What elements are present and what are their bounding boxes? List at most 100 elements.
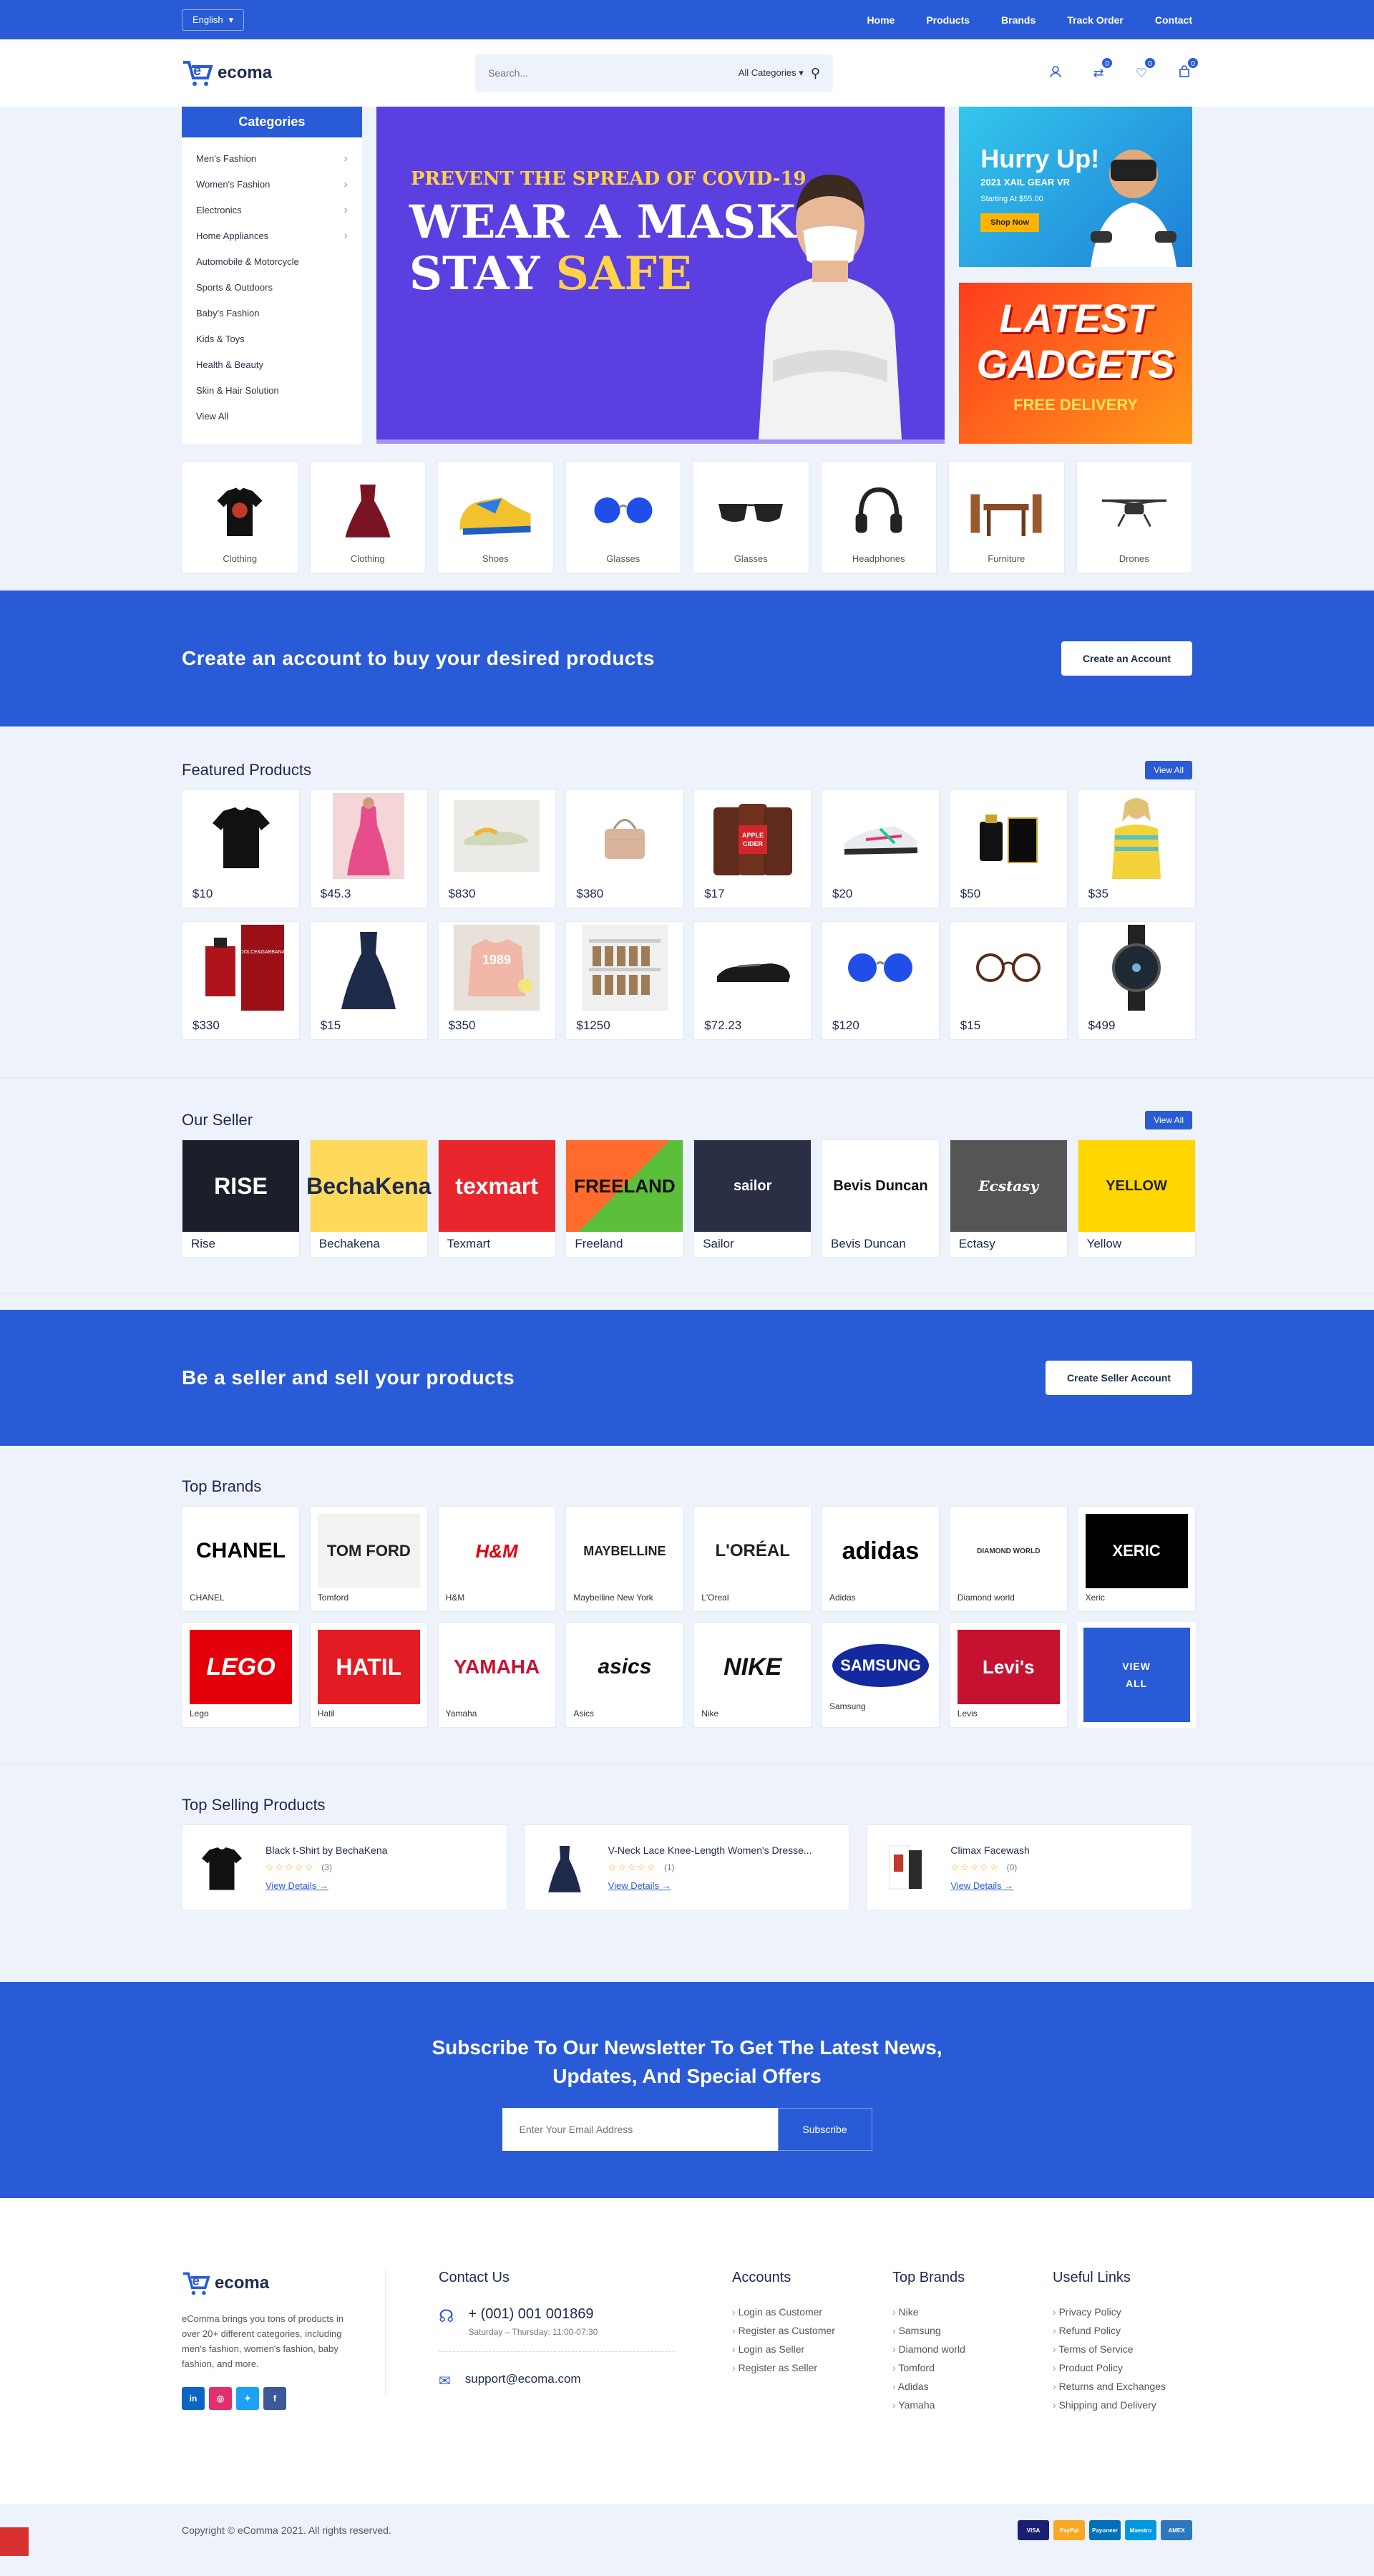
footer-link-register-as-customer[interactable]: Register as Customer — [732, 2325, 861, 2343]
product-card[interactable]: APPLE CIDER $17 — [693, 789, 812, 908]
footer-link-login-as-customer[interactable]: Login as Customer — [732, 2306, 861, 2325]
seller-card-yellow[interactable]: YELLOW Yellow — [1077, 1139, 1196, 1258]
category-item-home-appliances[interactable]: Home Appliances › — [196, 223, 348, 249]
seller-card-texmart[interactable]: texmart Texmart — [437, 1139, 556, 1258]
brand-card-levis[interactable]: Levi's Levis — [949, 1622, 1068, 1728]
brand-card-chanel[interactable]: CHANEL CHANEL — [182, 1506, 300, 1612]
category-card-clothing[interactable]: Clothing — [309, 461, 426, 573]
seller-card-freeland[interactable]: FREELAND Freeland — [565, 1139, 684, 1258]
nav-contact[interactable]: Contact — [1155, 14, 1192, 26]
product-card[interactable]: $10 — [182, 789, 300, 908]
footer-brand-link-diamond-world[interactable]: Diamond world — [892, 2343, 1021, 2362]
footer-brand-link-samsung[interactable]: Samsung — [892, 2325, 1021, 2343]
product-card[interactable]: $830 — [437, 789, 556, 908]
brand-card-adidas[interactable]: adidas Adidas — [821, 1506, 940, 1612]
seller-card-bechakena[interactable]: BechaKena Bechakena — [306, 1139, 431, 1258]
category-card-shoes[interactable]: Shoes — [437, 461, 554, 573]
facebook-icon[interactable]: f — [263, 2387, 286, 2410]
brand-card-hatil[interactable]: HATIL Hatil — [309, 1622, 428, 1728]
brand-card-l-oreal[interactable]: L'ORÉAL L'Oreal — [693, 1506, 812, 1612]
product-card[interactable]: $1250 — [565, 921, 684, 1040]
nav-brands[interactable]: Brands — [1001, 14, 1036, 26]
seller-card-bevis-duncan[interactable]: Bevis Duncan Bevis Duncan — [821, 1139, 940, 1258]
category-card-headphones[interactable]: Headphones — [820, 461, 937, 573]
subscribe-button[interactable]: Subscribe — [777, 2108, 872, 2151]
category-item-automobile-motorcycle[interactable]: Automobile & Motorcycle — [196, 249, 348, 275]
cart-icon[interactable]: 0 — [1176, 57, 1199, 81]
category-item-electronics[interactable]: Electronics › — [196, 198, 348, 223]
product-card[interactable]: $20 — [821, 789, 940, 908]
top-selling-name[interactable]: Black t-Shirt by BechaKena — [265, 1844, 387, 1856]
category-item-women-s-fashion[interactable]: Women's Fashion › — [196, 172, 348, 198]
brands-view-all-button[interactable]: VIEW ALL — [1077, 1622, 1196, 1728]
brand-card-xeric[interactable]: XERIC Xeric — [1077, 1506, 1196, 1612]
seller-card-rise[interactable]: RISE Rise — [182, 1139, 300, 1258]
product-card[interactable]: $35 — [1077, 789, 1196, 908]
product-card[interactable]: $380 — [565, 789, 684, 908]
category-card-glasses[interactable]: Glasses — [693, 461, 809, 573]
product-card[interactable]: $50 — [949, 789, 1068, 908]
footer-brand-link-yamaha[interactable]: Yamaha — [892, 2399, 1021, 2418]
category-card-drones[interactable]: Drones — [1076, 461, 1192, 573]
category-item-kids-toys[interactable]: Kids & Toys — [196, 326, 348, 352]
product-card[interactable]: $120 — [821, 921, 940, 1040]
top-selling-card[interactable]: V-Neck Lace Knee-Length Women's Dresse..… — [524, 1824, 850, 1910]
search-icon[interactable]: ⚲ — [811, 66, 820, 81]
support-email[interactable]: support@ecoma.com — [465, 2372, 581, 2386]
nav-home[interactable]: Home — [867, 14, 895, 26]
heart-icon[interactable]: ♡ 0 — [1134, 57, 1156, 81]
view-all-button[interactable]: View All — [1145, 761, 1192, 779]
product-card[interactable]: 1989 $350 — [437, 921, 556, 1040]
product-card[interactable]: $45.3 — [309, 789, 428, 908]
footer-brand-link-adidas[interactable]: Adidas — [892, 2381, 1021, 2399]
product-card[interactable]: $15 — [309, 921, 428, 1040]
category-item-view-all[interactable]: View All — [196, 404, 348, 429]
product-card[interactable]: DOLCE&GABBANA $330 — [182, 921, 300, 1040]
seller-card-sailor[interactable]: sailor Sailor — [693, 1139, 812, 1258]
top-selling-name[interactable]: V-Neck Lace Knee-Length Women's Dresse..… — [608, 1844, 812, 1856]
view-details-link[interactable]: View Details → — [608, 1880, 812, 1891]
instagram-icon[interactable]: ◎ — [209, 2387, 232, 2410]
brand-card-maybelline-new-york[interactable]: MAYBELLINE Maybelline New York — [565, 1506, 684, 1612]
footer-link-login-as-seller[interactable]: Login as Seller — [732, 2343, 861, 2362]
view-all-button[interactable]: View All — [1145, 1111, 1192, 1129]
create-account-button[interactable]: Create an Account — [1061, 641, 1192, 676]
user-icon[interactable] — [1048, 65, 1063, 81]
brand-card-diamond-world[interactable]: DIAMOND WORLD Diamond world — [949, 1506, 1068, 1612]
twitter-icon[interactable]: ✦ — [236, 2387, 259, 2410]
category-item-baby-s-fashion[interactable]: Baby's Fashion — [196, 301, 348, 326]
category-item-men-s-fashion[interactable]: Men's Fashion › — [196, 146, 348, 172]
brand-card-tomford[interactable]: TOM FORD Tomford — [309, 1506, 428, 1612]
category-item-health-beauty[interactable]: Health & Beauty — [196, 352, 348, 378]
phone-number[interactable]: + (001) 001 001869 — [468, 2306, 598, 2323]
category-item-skin-hair-solution[interactable]: Skin & Hair Solution — [196, 378, 348, 404]
brand-card-asics[interactable]: asics Asics — [565, 1622, 684, 1728]
language-selector[interactable]: English ▾ — [182, 9, 245, 31]
category-card-furniture[interactable]: Furniture — [948, 461, 1065, 573]
covid-banner[interactable]: PREVENT THE SPREAD OF COVID-19 WEAR A MA… — [376, 107, 945, 444]
search-input[interactable] — [488, 67, 731, 79]
footer-useful-link-product-policy[interactable]: Product Policy — [1053, 2362, 1181, 2381]
nav-track-order[interactable]: Track Order — [1067, 14, 1124, 26]
product-card[interactable]: $15 — [949, 921, 1068, 1040]
nav-products[interactable]: Products — [926, 14, 970, 26]
top-selling-card[interactable]: Black t-Shirt by BechaKena ☆☆☆☆☆ (3) View D… — [182, 1824, 507, 1910]
linkedin-icon[interactable]: in — [182, 2387, 205, 2410]
category-card-clothing[interactable]: Clothing — [182, 461, 298, 573]
brand-card-h-m[interactable]: H&M H&M — [437, 1506, 556, 1612]
vr-ad-banner[interactable]: Hurry Up! 2021 XAIL GEAR VR Starting At … — [959, 107, 1192, 267]
corner-widget[interactable] — [0, 2527, 29, 2556]
compare-icon[interactable]: ⇄ 0 — [1091, 57, 1114, 81]
footer-useful-link-returns-and-exchanges[interactable]: Returns and Exchanges — [1053, 2381, 1181, 2399]
seller-card-ectasy[interactable]: Ecstasy Ectasy — [949, 1139, 1068, 1258]
footer-brand-link-nike[interactable]: Nike — [892, 2306, 1021, 2325]
footer-useful-link-privacy-policy[interactable]: Privacy Policy — [1053, 2306, 1181, 2325]
brand-card-yamaha[interactable]: YAMAHA Yamaha — [437, 1622, 556, 1728]
footer-logo[interactable]: e ecoma — [182, 2270, 364, 2297]
footer-brand-link-tomford[interactable]: Tomford — [892, 2362, 1021, 2381]
product-card[interactable]: $499 — [1077, 921, 1196, 1040]
search-category-select[interactable]: All Categories ▾ — [739, 67, 804, 79]
create-seller-account-button[interactable]: Create Seller Account — [1046, 1361, 1192, 1395]
newsletter-email-input[interactable] — [502, 2108, 778, 2151]
site-logo[interactable]: e ecoma — [182, 58, 475, 88]
